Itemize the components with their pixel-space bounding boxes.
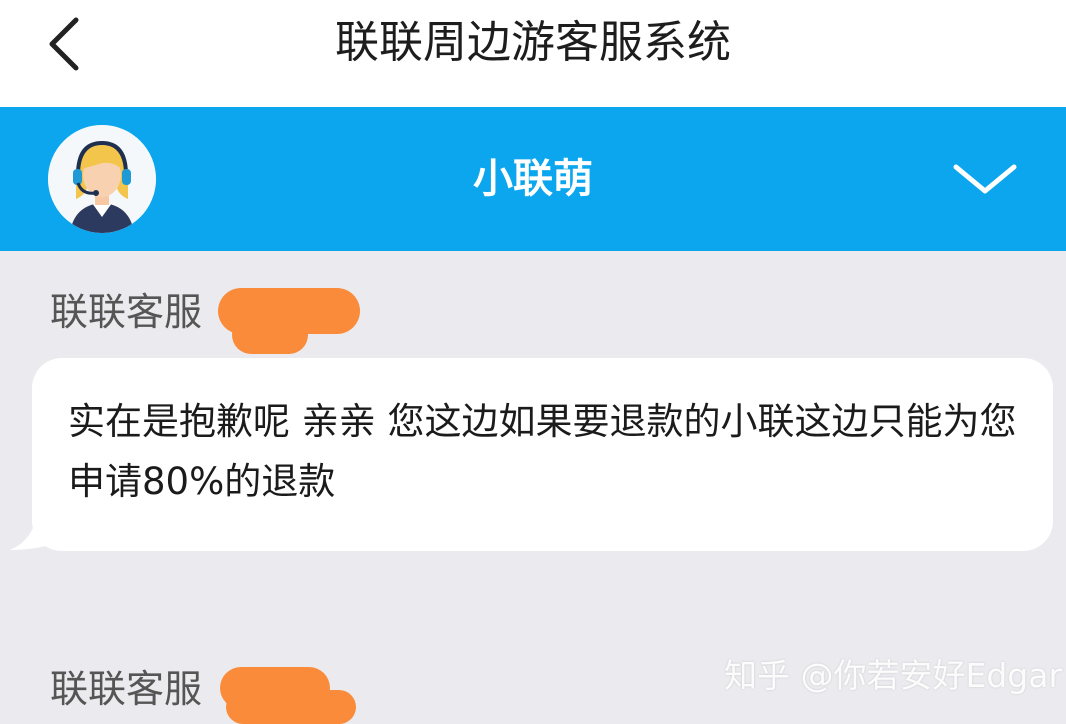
top-bar: 联联周边游客服系统 bbox=[0, 0, 1066, 107]
redaction-mark bbox=[232, 316, 308, 354]
message-sender: 联联客服 bbox=[50, 667, 203, 711]
page-title: 联联周边游客服系统 bbox=[335, 17, 731, 68]
agent-name: 小联萌 bbox=[473, 156, 593, 202]
message-sender: 联联客服 bbox=[50, 290, 203, 334]
watermark: 知乎 @你若安好Edgar bbox=[724, 656, 1063, 695]
agent-bar: 小联萌 bbox=[0, 107, 1066, 251]
redaction-mark bbox=[226, 690, 356, 724]
expand-button[interactable] bbox=[950, 159, 1020, 199]
message-text: 实在是抱歉呢 亲亲 您这边如果要退款的小联这边只能为您申请80%的退款 bbox=[68, 400, 1017, 503]
chevron-down-icon bbox=[953, 164, 1017, 194]
message-bubble[interactable]: 实在是抱歉呢 亲亲 您这边如果要退款的小联这边只能为您申请80%的退款 bbox=[32, 358, 1053, 551]
